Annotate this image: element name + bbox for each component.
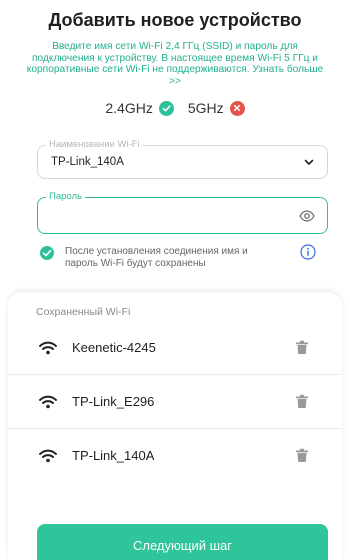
save-note-text: После установления соединения имя и паро…	[65, 246, 248, 269]
band-support: 2.4GHz 5GHz	[0, 100, 350, 116]
chevron-down-icon	[304, 159, 314, 165]
saved-wifi-ssid: Keenetic-4245	[72, 340, 156, 355]
save-credentials-note: После установления соединения имя и паро…	[37, 244, 328, 274]
band-label: 5GHz	[187, 100, 224, 116]
band-2-4ghz: 2.4GHz	[105, 100, 174, 116]
trash-icon[interactable]	[295, 448, 309, 463]
saved-wifi-panel: Сохраненный Wi-Fi Keenetic-4245 TP-Link_…	[8, 292, 342, 560]
wifi-icon	[39, 395, 57, 409]
info-icon[interactable]	[300, 244, 316, 260]
wifi-icon	[39, 341, 57, 355]
saved-wifi-item[interactable]: TP-Link_E296	[8, 375, 342, 429]
check-circle-icon	[158, 100, 174, 116]
wifi-name-value: TP-Link_140A	[51, 156, 124, 168]
band-5ghz: 5GHz	[188, 100, 245, 116]
wifi-icon	[39, 449, 57, 463]
wifi-name-label: Наименование Wi-Fi	[46, 139, 143, 151]
saved-wifi-ssid: TP-Link_E296	[72, 394, 155, 409]
description-text[interactable]: Введите имя сети Wi-Fi 2,4 ГГц (SSID) и …	[22, 41, 328, 87]
band-label: 2.4GHz	[105, 100, 153, 116]
saved-wifi-ssid: TP-Link_140A	[72, 448, 155, 463]
saved-wifi-list: Keenetic-4245 TP-Link_E296 TP-Link_140A	[8, 321, 342, 483]
password-label: Пароль	[46, 191, 85, 203]
eye-icon[interactable]	[299, 208, 315, 224]
saved-wifi-item[interactable]: TP-Link_140A	[8, 429, 342, 483]
page-title: Добавить новое устройство	[48, 10, 302, 30]
trash-icon[interactable]	[295, 340, 309, 355]
wifi-name-select[interactable]: Наименование Wi-Fi TP-Link_140A	[37, 139, 328, 179]
saved-wifi-item[interactable]: Keenetic-4245	[8, 321, 342, 375]
trash-icon[interactable]	[295, 394, 309, 409]
saved-wifi-title: Сохраненный Wi-Fi	[36, 306, 131, 318]
next-step-button[interactable]: Следующий шаг	[37, 524, 328, 560]
check-circle-icon[interactable]	[40, 246, 54, 260]
close-circle-icon	[229, 100, 245, 116]
password-input[interactable]: Пароль	[37, 191, 328, 234]
